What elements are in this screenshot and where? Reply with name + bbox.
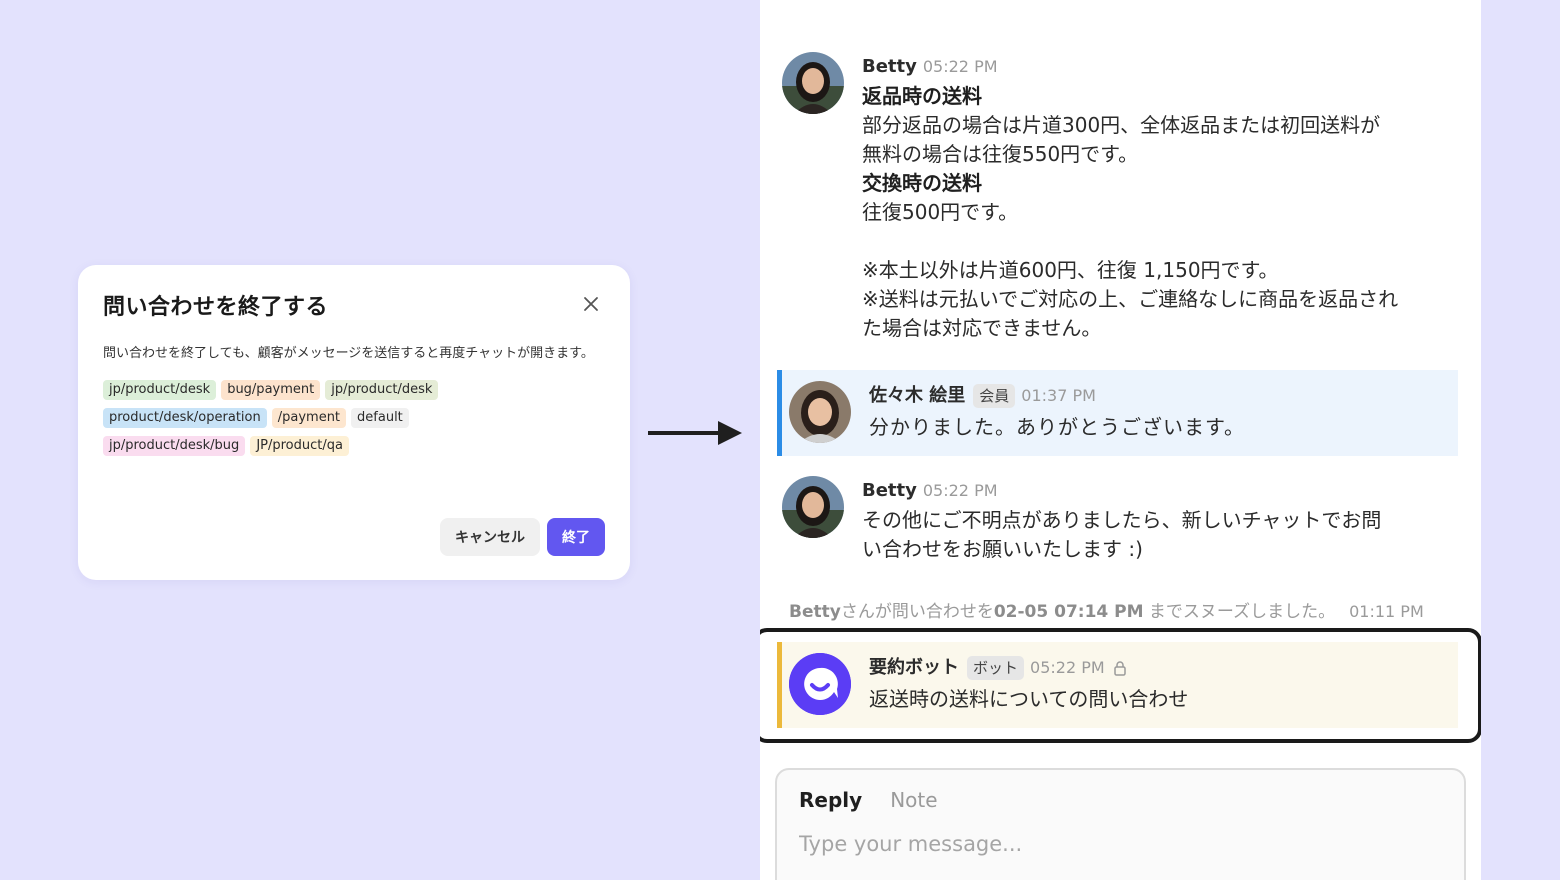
close-icon[interactable] [582, 295, 600, 313]
arrow-right-icon [648, 419, 744, 447]
message-composer: Reply Note [775, 768, 1466, 880]
snooze-until: 02-05 07:14 PM [993, 602, 1144, 622]
timestamp: 01:37 PM [1021, 386, 1096, 405]
message-text: 分かりました。ありがとうございます。 [869, 415, 1245, 439]
author-name[interactable]: Betty [862, 476, 917, 506]
dialog-title: 問い合わせを終了する [103, 295, 329, 320]
tab-reply[interactable]: Reply [799, 788, 862, 812]
system-actor: Betty [789, 602, 841, 622]
message-text: 無料の場合は往復550円です。 [862, 142, 1139, 166]
snooze-system-message: Bettyさんが問い合わせを02-05 07:14 PM までスヌーズしました。… [789, 597, 1424, 622]
dialog-description: 問い合わせを終了しても、顧客がメッセージを送信すると再度チャットが開きます。 [103, 346, 594, 361]
message-body: 佐々木 絵里 会員 01:37 PM 分かりました。ありがとうございます。 [869, 381, 1469, 442]
tag[interactable]: jp/product/desk [325, 380, 439, 400]
avatar [782, 52, 844, 114]
focus-outline [760, 628, 1481, 743]
tag[interactable]: jp/product/desk [103, 380, 217, 400]
confirm-close-button[interactable]: 終了 [547, 518, 605, 556]
author-name[interactable]: Betty [862, 52, 917, 82]
author-name[interactable]: 佐々木 絵里 [869, 381, 965, 411]
tag[interactable]: default [351, 408, 409, 428]
timestamp: 01:11 PM [1349, 602, 1424, 621]
message-note: た場合は対応できません。 [862, 316, 1102, 340]
tag[interactable]: product/desk/operation [103, 408, 267, 428]
dialog-actions: キャンセル 終了 [440, 518, 605, 556]
message-body: Betty 05:22 PM その他にご不明点がありましたら、新しいチャットでお… [862, 476, 1462, 564]
avatar [782, 476, 844, 538]
tag[interactable]: jp/product/desk/bug [103, 436, 246, 456]
tag[interactable]: /payment [271, 408, 347, 428]
heading-return-shipping: 返品時の送料 [862, 84, 982, 108]
tag-list: jp/product/desk bug/payment jp/product/d… [103, 380, 483, 456]
message-text: その他にご不明点がありましたら、新しいチャットでお問 [862, 508, 1382, 532]
member-badge: 会員 [973, 384, 1016, 408]
heading-exchange-shipping: 交換時の送料 [862, 171, 982, 195]
avatar [789, 381, 851, 443]
cancel-button[interactable]: キャンセル [440, 518, 540, 556]
message-text: い合わせをお願いいたします :) [862, 537, 1143, 561]
close-inquiry-dialog: 問い合わせを終了する 問い合わせを終了しても、顧客がメッセージを送信すると再度チ… [78, 265, 630, 580]
timestamp: 05:22 PM [922, 57, 998, 76]
system-text: までスヌーズしました。 [1143, 602, 1336, 622]
message-body: Betty 05:22 PM 返品時の送料 部分返品の場合は片道300円、全体返… [862, 52, 1462, 343]
tag[interactable]: bug/payment [221, 380, 321, 400]
message-text: 往復500円です。 [862, 200, 1019, 224]
message-text: 部分返品の場合は片道300円、全体返品または初回送料が [862, 113, 1381, 137]
tag[interactable]: JP/product/qa [250, 436, 349, 456]
message-note: ※送料は元払いでご対応の上、ご連絡なしに商品を返品され [862, 287, 1399, 311]
composer-tabs: Reply Note [799, 788, 938, 812]
chat-panel: Betty 05:22 PM 返品時の送料 部分返品の場合は片道300円、全体返… [760, 0, 1481, 880]
tab-note[interactable]: Note [890, 788, 937, 812]
timestamp: 05:22 PM [922, 481, 998, 500]
message-input[interactable] [799, 832, 1439, 856]
system-text: さんが問い合わせを [840, 602, 994, 622]
message-note: ※本土以外は片道600円、往復 1,150円です。 [862, 258, 1279, 282]
